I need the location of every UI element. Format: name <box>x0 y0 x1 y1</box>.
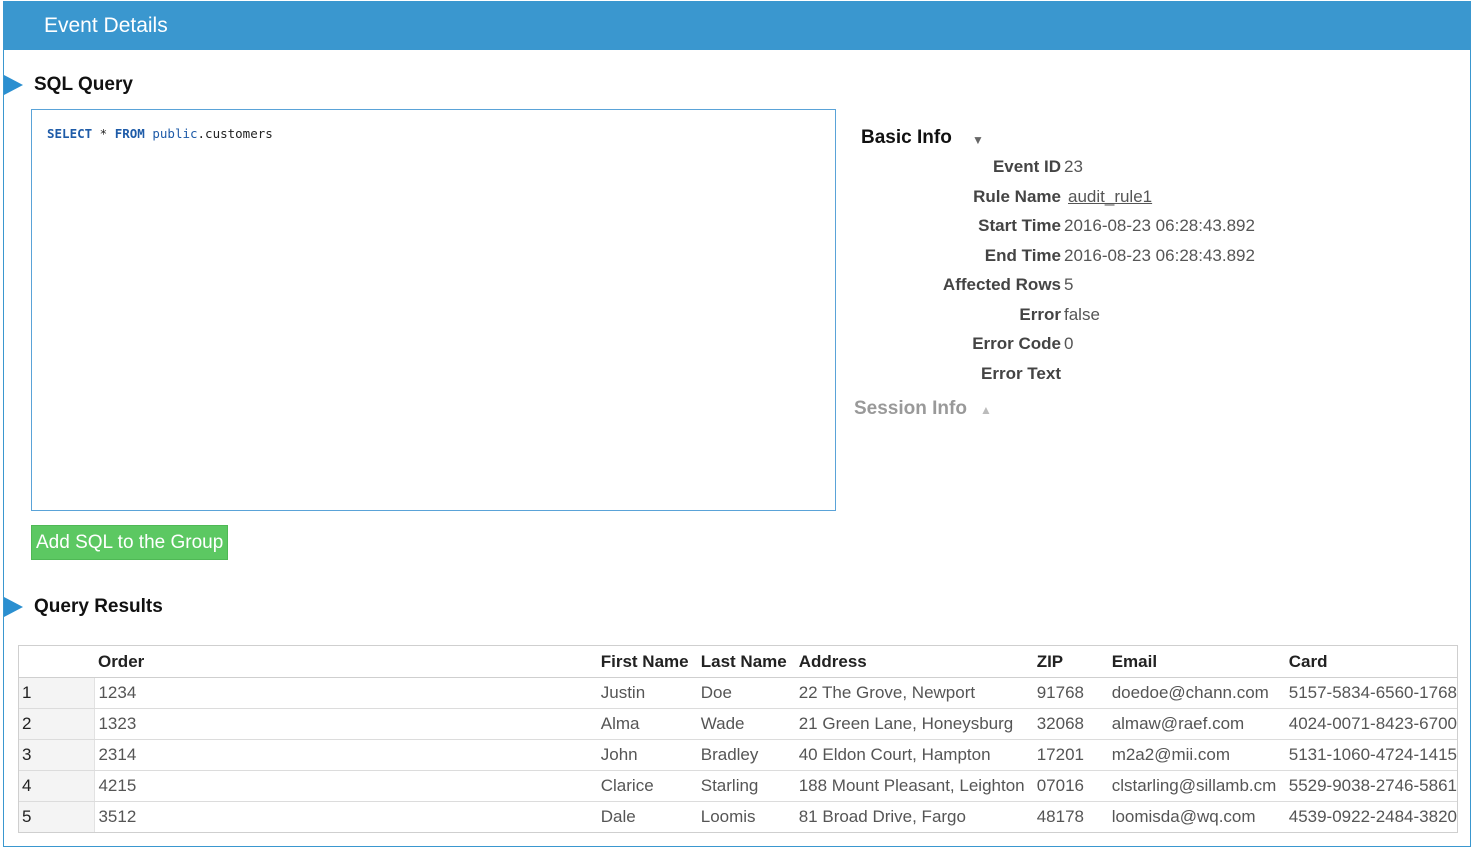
table-row[interactable]: 1 1234 Justin Doe 22 The Grove, Newport 91768… <box>19 677 1457 709</box>
info-label: Rule Name <box>973 187 1061 206</box>
table-cell: 07016 <box>1033 770 1109 802</box>
info-value: 23 <box>1064 157 1083 176</box>
table-row[interactable]: 2 1323 Alma Wade 21 Green Lane, Honeysburg 32… <box>19 708 1457 740</box>
table-row[interactable]: 3 2314 John Bradley 40 Eldon Court, Hampton 1… <box>19 739 1457 771</box>
info-row-error-code: Error Code 0 <box>861 334 1291 358</box>
panel-title: Event Details <box>44 14 168 37</box>
info-value: false <box>1064 305 1100 324</box>
sql-query-title: SQL Query <box>34 74 133 95</box>
table-cell: 4024-0071-8423-6700 <box>1285 708 1457 740</box>
table-cell: 40 Eldon Court, Hampton <box>795 739 1034 771</box>
column-header[interactable]: Email <box>1108 646 1286 678</box>
table-row[interactable]: 5 3512 Dale Loomis 81 Broad Drive, Fargo 4817… <box>19 801 1457 832</box>
row-index: 3 <box>19 739 96 771</box>
table-cell: Doe <box>697 677 796 709</box>
info-label: Error Text <box>981 364 1061 383</box>
table-cell: 5529-9038-2746-5861 <box>1285 770 1457 802</box>
table-row[interactable]: 4 4215 Clarice Starling 188 Mount Pleasant, … <box>19 770 1457 802</box>
results-table: Order First Name Last Name Address ZIP Email C… <box>18 645 1458 833</box>
column-header[interactable]: Last Name <box>697 646 796 678</box>
info-row-error-text: Error Text <box>861 364 1291 388</box>
table-cell: 4539-0922-2484-3820 <box>1288 807 1457 826</box>
table-cell: 5131-1060-4724-1415 <box>1285 739 1457 771</box>
info-row-error: Error false <box>861 305 1291 329</box>
table-cell: loomisda@wq.com <box>1111 807 1256 826</box>
table-cell: Bradley <box>697 739 796 771</box>
table-cell: doedoe@chann.com <box>1108 677 1286 709</box>
table-cell: Justin <box>597 677 698 709</box>
caret-down-icon[interactable]: ▼ <box>972 133 984 147</box>
info-value: 2016-08-23 06:28:43.892 <box>1064 216 1255 235</box>
row-index: 4 <box>19 770 96 802</box>
info-label: Error <box>1019 305 1061 324</box>
info-row-start-time: Start Time 2016-08-23 06:28:43.892 <box>861 216 1291 240</box>
table-cell: 1234 <box>94 677 598 709</box>
column-header[interactable] <box>19 646 95 678</box>
table-cell: almaw@raef.com <box>1108 708 1286 740</box>
add-sql-to-group-button[interactable]: Add SQL to the Group <box>31 525 229 560</box>
table-cell: 5157-5834-6560-1768 <box>1285 677 1457 709</box>
table-cell: John <box>597 739 698 771</box>
caret-up-icon[interactable]: ▲ <box>980 403 992 417</box>
sql-query-section-header[interactable]: SQL Query <box>4 74 133 96</box>
info-value: 0 <box>1064 334 1074 353</box>
table-cell: 21 Green Lane, Honeysburg <box>795 708 1034 740</box>
info-row-rule-name: Rule Name audit_rule1 <box>861 187 1291 211</box>
table-cell: 17201 <box>1033 739 1109 771</box>
table-cell: 81 Broad Drive, Fargo <box>798 807 966 826</box>
table-cell: Loomis <box>700 807 756 826</box>
column-header[interactable]: Order <box>94 646 598 678</box>
info-label: Start Time <box>978 216 1061 235</box>
table-cell: 2314 <box>94 739 598 771</box>
table-cell: 32068 <box>1033 708 1109 740</box>
row-index: 1 <box>19 677 96 709</box>
query-results-title: Query Results <box>34 596 163 617</box>
table-cell: Wade <box>697 708 796 740</box>
info-row-affected-rows: Affected Rows 5 <box>861 275 1291 299</box>
column-header[interactable]: Address <box>795 646 1034 678</box>
table-cell: 188 Mount Pleasant, Leighton <box>795 770 1034 802</box>
info-row-event-id: Event ID 23 <box>861 157 1291 181</box>
table-cell: 22 The Grove, Newport <box>795 677 1034 709</box>
row-index: 2 <box>19 708 96 740</box>
info-label: End Time <box>984 246 1061 265</box>
sql-code: SELECT * FROM public.customers <box>47 126 273 141</box>
table-cell: m2a2@mii.com <box>1108 739 1286 771</box>
table-cell: 3512 <box>98 807 137 826</box>
sql-editor[interactable]: SELECT * FROM public.customers <box>31 109 836 511</box>
table-cell: 4215 <box>94 770 598 802</box>
info-label: Event ID <box>992 157 1061 176</box>
panel-header: Event Details <box>4 2 1470 50</box>
expand-arrow-icon <box>4 75 23 95</box>
event-details-panel: Event Details SQL Query SELECT * FROM pu… <box>3 1 1471 847</box>
table-cell: 91768 <box>1033 677 1109 709</box>
column-header[interactable]: First Name <box>597 646 698 678</box>
column-header[interactable]: Card <box>1285 646 1457 678</box>
info-value: 5 <box>1064 275 1074 294</box>
table-cell: clstarling@sillamb.cm <box>1108 770 1286 802</box>
info-label: Error Code <box>972 334 1061 353</box>
info-label: Affected Rows <box>942 275 1061 294</box>
info-row-end-time: End Time 2016-08-23 06:28:43.892 <box>861 246 1291 270</box>
table-cell: Starling <box>697 770 796 802</box>
table-cell: Alma <box>597 708 698 740</box>
expand-arrow-icon <box>4 597 23 617</box>
table-cell: 48178 <box>1036 807 1084 826</box>
column-header[interactable]: ZIP <box>1033 646 1109 678</box>
info-value: 2016-08-23 06:28:43.892 <box>1064 246 1255 265</box>
session-info-toggle[interactable]: Session Info <box>854 398 967 420</box>
table-header-row: Order First Name Last Name Address ZIP Email C… <box>19 646 1457 678</box>
basic-info-toggle[interactable]: Basic Info <box>861 127 952 149</box>
table-cell: 1323 <box>94 708 598 740</box>
table-cell: Clarice <box>597 770 698 802</box>
query-results-section-header[interactable]: Query Results <box>4 596 163 618</box>
table-cell: Dale <box>600 807 636 826</box>
row-index: 5 <box>19 801 96 832</box>
rule-name-link[interactable]: audit_rule1 <box>1068 187 1152 207</box>
